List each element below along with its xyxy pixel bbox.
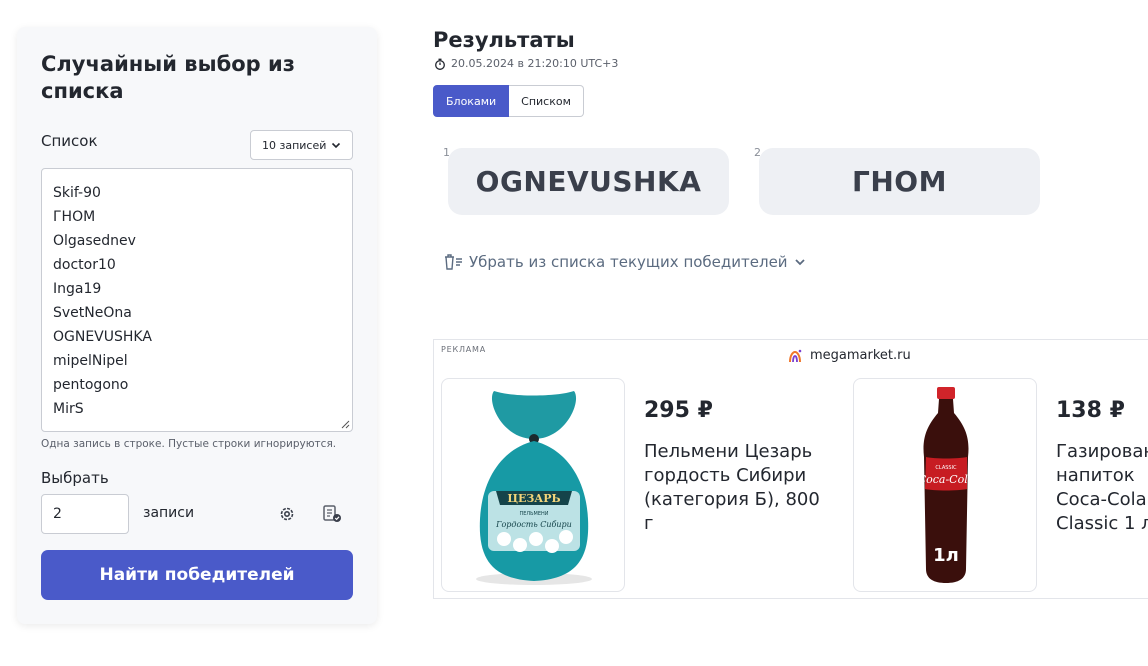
gear-icon[interactable] xyxy=(277,504,297,524)
results-timestamp: 20.05.2024 в 21:20:10 UTC+3 xyxy=(434,57,618,70)
list-label: Список xyxy=(41,132,98,150)
results-title: Результаты xyxy=(433,28,575,52)
timestamp-text: 20.05.2024 в 21:20:10 UTC+3 xyxy=(451,57,619,70)
cola-bottle-image: CLASSIC Coca-Cola 1л xyxy=(918,387,975,583)
list-entry: OGNEVUSHKA xyxy=(53,329,152,345)
bottle-brand-text: Coca-Cola xyxy=(918,473,975,486)
list-check-icon[interactable] xyxy=(322,504,344,524)
find-winners-button[interactable]: Найти победителей xyxy=(41,550,353,600)
product-name[interactable]: Пельмени Цезарь гордость Сибири (категор… xyxy=(644,440,834,536)
winner-card: ГНОМ xyxy=(759,148,1040,215)
record-count-value: 10 записей xyxy=(262,138,327,152)
stopwatch-icon xyxy=(435,58,445,70)
list-entry: mipelNipel xyxy=(53,353,128,369)
bottle-volume-text: 1л xyxy=(933,545,959,566)
tab-blocks[interactable]: Блоками xyxy=(433,85,510,117)
dumplings-package-image: ЦЕЗАРЬ ПЕЛЬМЕНИ Гордость Сибири xyxy=(476,391,592,585)
list-entry: MirS xyxy=(53,401,84,417)
winner-count-input[interactable]: 2 xyxy=(41,494,129,534)
megamarket-logo-icon xyxy=(789,349,802,362)
trash-list-icon xyxy=(445,254,462,270)
ad-block[interactable]: РЕКЛАМА megamarket.ru ЦЕЗАРЬ ПЕЛЬМЕНИ Го… xyxy=(433,339,1148,599)
remove-winners-button[interactable]: Убрать из списка текущих победителей xyxy=(443,253,807,271)
package-brand-text: ЦЕЗАРЬ xyxy=(507,492,560,505)
list-entry: doctor10 xyxy=(53,257,116,273)
ad-label: РЕКЛАМА xyxy=(441,345,487,354)
list-entry: ГНОМ xyxy=(53,209,96,225)
bottle-classic-text: CLASSIC xyxy=(935,465,957,471)
list-textarea[interactable]: Skif-90 ГНОМ Olgasednev doctor10 Inga19 … xyxy=(41,168,353,432)
ad-domain[interactable]: megamarket.ru xyxy=(788,348,911,363)
list-entry: pentogono xyxy=(53,377,129,393)
chevron-down-icon xyxy=(794,259,805,266)
record-count-select[interactable]: 10 записей xyxy=(250,130,353,160)
panel-title: Случайный выбор из списка xyxy=(41,52,295,103)
list-entry: Olgasednev xyxy=(53,233,136,249)
list-entry: Skif-90 xyxy=(53,185,101,201)
product-image[interactable]: CLASSIC Coca-Cola 1л xyxy=(853,378,1037,592)
package-subtitle-text: Гордость Сибири xyxy=(495,520,572,529)
winner-card: OGNEVUSHKA xyxy=(448,148,729,215)
records-label: записи xyxy=(143,505,195,521)
remove-winners-label: Убрать из списка текущих победителей xyxy=(469,253,788,271)
product-price: 138 ₽ xyxy=(1056,398,1125,423)
view-tabs: Блоками Списком xyxy=(433,85,584,117)
list-entry: Inga19 xyxy=(53,281,102,297)
list-hint: Одна запись в строке. Пустые строки игно… xyxy=(41,438,337,450)
product-image[interactable]: ЦЕЗАРЬ ПЕЛЬМЕНИ Гордость Сибири xyxy=(441,378,625,592)
random-picker-panel: Случайный выбор из списка Список 10 запи… xyxy=(17,27,377,624)
list-entry: SvetNeOna xyxy=(53,305,132,321)
resize-handle-icon[interactable] xyxy=(341,420,350,429)
package-type-text: ПЕЛЬМЕНИ xyxy=(519,511,548,517)
chevron-down-icon xyxy=(331,142,341,149)
product-name[interactable]: Газированный напиток Coca-Cola Classic 1… xyxy=(1056,440,1148,536)
product-price: 295 ₽ xyxy=(644,398,713,423)
ad-domain-text: megamarket.ru xyxy=(810,348,911,363)
tab-list[interactable]: Списком xyxy=(509,85,584,117)
choose-label: Выбрать xyxy=(41,469,109,487)
